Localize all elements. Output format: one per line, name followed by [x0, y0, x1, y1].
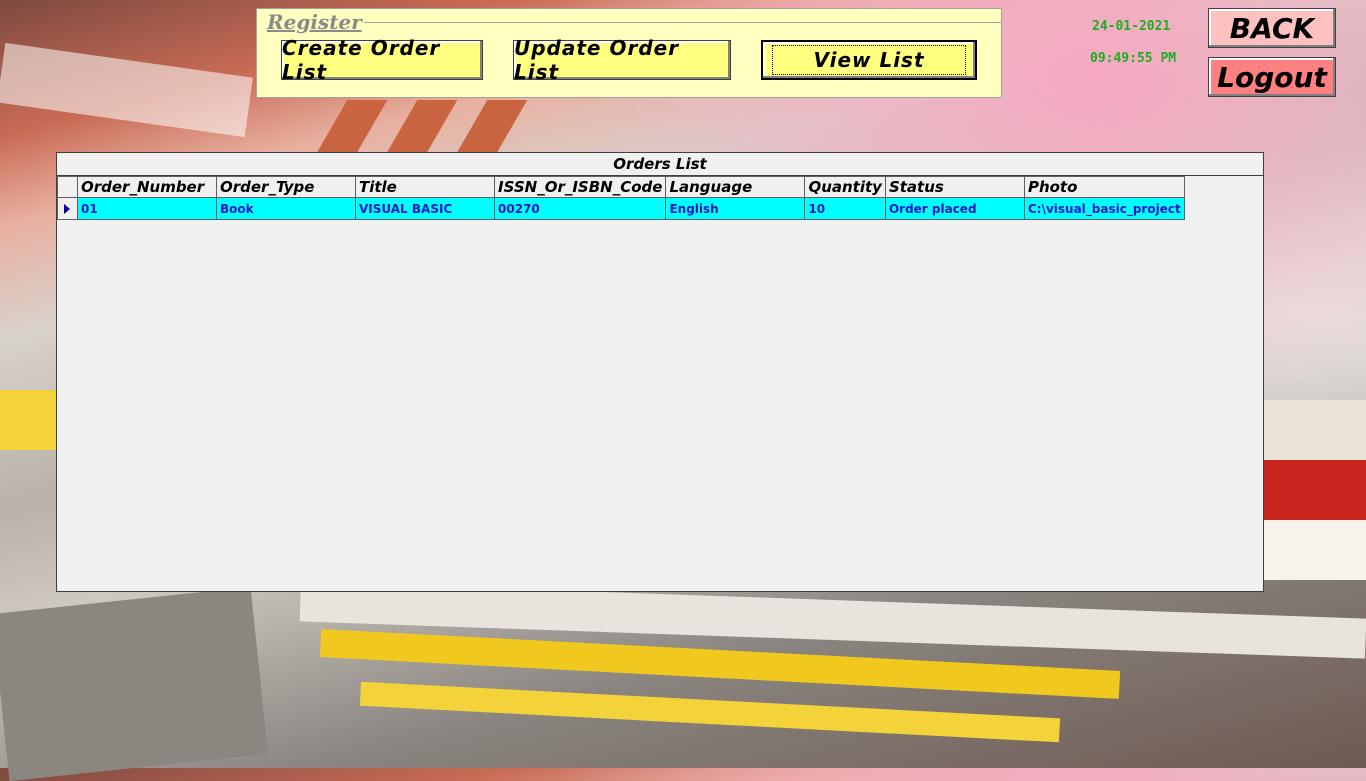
view-list-label: View List — [772, 45, 966, 75]
column-header[interactable]: Quantity — [804, 176, 886, 198]
table-cell[interactable]: 01 — [77, 197, 217, 220]
column-header[interactable]: Photo — [1023, 176, 1185, 198]
row-selector[interactable] — [57, 197, 78, 220]
date-label: 24-01-2021 — [1092, 19, 1171, 34]
row-header-corner — [57, 176, 78, 198]
frame-border — [357, 22, 1001, 23]
orders-grid[interactable]: Orders List Order_Number Order_Type Titl… — [56, 152, 1264, 592]
table-cell[interactable]: Order placed — [884, 197, 1025, 220]
view-list-button[interactable]: View List — [761, 40, 977, 80]
table-cell[interactable]: VISUAL BASIC — [355, 197, 495, 220]
time-label: 09:49:55 PM — [1090, 51, 1177, 66]
logout-button[interactable]: Logout — [1208, 57, 1336, 97]
table-cell[interactable]: C:\visual_basic_project — [1023, 197, 1185, 220]
back-button[interactable]: BACK — [1208, 8, 1336, 48]
create-order-list-button[interactable]: Create Order List — [281, 36, 483, 84]
column-header[interactable]: Title — [355, 176, 495, 198]
update-order-list-button[interactable]: Update Order List — [513, 36, 731, 84]
grid-caption: Orders List — [57, 153, 1263, 176]
table-cell[interactable]: Book — [216, 197, 356, 220]
register-legend: Register — [265, 10, 364, 34]
column-header[interactable]: ISSN_Or_ISBN_Code — [493, 176, 667, 198]
table-cell[interactable]: 00270 — [493, 197, 667, 220]
column-header[interactable]: Status — [884, 176, 1025, 198]
column-header[interactable]: Order_Number — [77, 176, 217, 198]
register-frame: Register Create Order List Update Order … — [256, 8, 1002, 98]
header-row: Order_Number Order_Type Title ISSN_Or_IS… — [57, 176, 1185, 198]
orders-table: Order_Number Order_Type Title ISSN_Or_IS… — [57, 176, 1185, 220]
current-row-arrow-icon — [64, 204, 70, 214]
column-header[interactable]: Language — [665, 176, 806, 198]
table-cell[interactable]: English — [665, 197, 806, 220]
table-row[interactable]: 01 Book VISUAL BASIC 00270 English 10 Or… — [57, 197, 1185, 220]
column-header[interactable]: Order_Type — [216, 176, 356, 198]
table-cell[interactable]: 10 — [804, 197, 886, 220]
